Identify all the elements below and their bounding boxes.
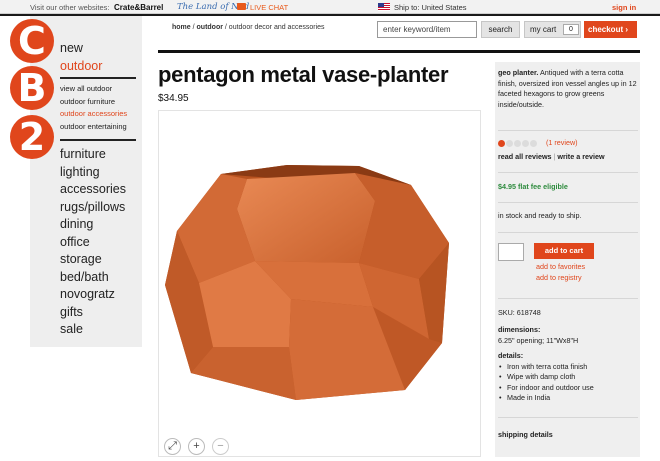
dimensions-block: dimensions: 6.25" opening; 11"Wx8"H bbox=[498, 325, 638, 346]
crate-barrel-link[interactable]: Crate&Barrel bbox=[114, 3, 163, 12]
product-image-frame bbox=[158, 110, 481, 457]
live-chat-link[interactable]: LIVE CHAT bbox=[250, 3, 288, 12]
search-input[interactable]: enter keyword/item bbox=[377, 21, 477, 38]
planter-image[interactable] bbox=[159, 111, 480, 456]
my-cart-label: my cart bbox=[530, 25, 557, 34]
nav-item-novogratz[interactable]: novogratz bbox=[60, 286, 126, 304]
nav-divider bbox=[60, 139, 136, 141]
nav-item-accessories[interactable]: accessories bbox=[60, 181, 126, 199]
info-divider bbox=[498, 130, 638, 131]
checkout-button[interactable]: checkout › bbox=[584, 21, 637, 38]
details-label: details: bbox=[498, 351, 524, 360]
rating-star-empty bbox=[522, 140, 529, 147]
shipping-offer: $4.95 flat fee eligible bbox=[498, 182, 568, 191]
info-divider bbox=[498, 298, 638, 299]
rating-star-filled bbox=[498, 140, 505, 147]
nav-item-dining[interactable]: dining bbox=[60, 216, 126, 234]
sign-in-link[interactable]: sign in bbox=[612, 3, 636, 12]
review-count-link[interactable]: (1 review) bbox=[546, 138, 606, 149]
subnav-view-all-outdoor[interactable]: view all outdoor bbox=[60, 83, 127, 96]
nav-item-new[interactable]: new bbox=[60, 40, 102, 58]
write-review-link[interactable]: write a review bbox=[557, 152, 604, 161]
nav-item-gifts[interactable]: gifts bbox=[60, 304, 126, 322]
details-item: Made in India bbox=[498, 393, 638, 404]
nav-item-bed-bath[interactable]: bed/bath bbox=[60, 269, 126, 287]
add-to-cart-button[interactable]: add to cart bbox=[534, 243, 594, 259]
chat-bubble-icon bbox=[237, 3, 246, 10]
nav-divider bbox=[60, 77, 136, 79]
dimensions-value: 6.25" opening; 11"Wx8"H bbox=[498, 335, 579, 345]
rating-star-empty bbox=[530, 140, 537, 147]
rating-star-empty bbox=[514, 140, 521, 147]
info-divider bbox=[498, 202, 638, 203]
details-item: Iron with terra cotta finish bbox=[498, 362, 638, 373]
product-short-name: geo planter. bbox=[498, 68, 539, 77]
logo-c[interactable]: C bbox=[10, 19, 54, 63]
outdoor-subnav: view all outdoor outdoor furniture outdo… bbox=[60, 83, 127, 133]
info-divider bbox=[498, 417, 638, 418]
logo-b[interactable]: B bbox=[10, 66, 54, 110]
info-divider bbox=[498, 172, 638, 173]
nav-item-office[interactable]: office bbox=[60, 234, 126, 252]
rating-star-empty bbox=[506, 140, 513, 147]
shipping-details-link[interactable]: shipping details bbox=[498, 430, 638, 441]
nav-item-sale[interactable]: sale bbox=[60, 321, 126, 339]
subnav-outdoor-accessories[interactable]: outdoor accessories bbox=[60, 108, 127, 121]
category-nav: furniture lighting accessories rugs/pill… bbox=[60, 146, 126, 339]
other-sites-label: Visit our other websites: bbox=[30, 3, 110, 12]
add-to-registry-link[interactable]: add to registry bbox=[536, 273, 626, 284]
nav-item-rugs-pillows[interactable]: rugs/pillows bbox=[60, 199, 126, 217]
add-to-favorites-link[interactable]: add to favorites bbox=[536, 262, 626, 273]
us-flag-icon bbox=[378, 3, 390, 11]
product-title: pentagon metal vase-planter bbox=[158, 62, 449, 87]
product-description: geo planter. Antiqued with a terra cotta… bbox=[498, 68, 638, 110]
product-price: $34.95 bbox=[158, 93, 189, 104]
breadcrumb-current: outdoor decor and accessories bbox=[228, 24, 325, 31]
nav-item-lighting[interactable]: lighting bbox=[60, 164, 126, 182]
dimensions-label: dimensions: bbox=[498, 325, 541, 334]
subnav-outdoor-furniture[interactable]: outdoor furniture bbox=[60, 96, 127, 109]
zoom-out-icon[interactable]: − bbox=[212, 438, 229, 455]
nav-top: new outdoor bbox=[60, 40, 102, 75]
zoom-in-icon[interactable]: + bbox=[188, 438, 205, 455]
nav-item-furniture[interactable]: furniture bbox=[60, 146, 126, 164]
details-item: For indoor and outdoor use bbox=[498, 383, 638, 394]
review-links: read all reviews | write a review bbox=[498, 152, 605, 161]
product-sku: SKU: 618748 bbox=[498, 308, 541, 317]
quantity-input[interactable] bbox=[498, 243, 524, 261]
stock-status: in stock and ready to ship. bbox=[498, 211, 582, 220]
details-block: details: Iron with terra cotta finish Wi… bbox=[498, 351, 638, 404]
details-item: Wipe with damp cloth bbox=[498, 372, 638, 383]
details-list: Iron with terra cotta finish Wipe with d… bbox=[498, 362, 638, 404]
nav-item-outdoor[interactable]: outdoor bbox=[60, 58, 102, 76]
breadcrumb-home[interactable]: home bbox=[172, 24, 191, 31]
ship-to-selector[interactable]: Ship to: United States bbox=[394, 3, 467, 12]
subnav-outdoor-entertaining[interactable]: outdoor entertaining bbox=[60, 121, 127, 134]
header-divider bbox=[158, 50, 640, 53]
search-button[interactable]: search bbox=[481, 21, 520, 38]
breadcrumb: home / outdoor / outdoor decor and acces… bbox=[172, 24, 325, 31]
nav-item-storage[interactable]: storage bbox=[60, 251, 126, 269]
read-reviews-link[interactable]: read all reviews bbox=[498, 152, 552, 161]
top-utility-bar: Visit our other websites: Crate&Barrel T… bbox=[0, 0, 660, 14]
cart-count-badge: 0 bbox=[563, 24, 579, 35]
info-divider bbox=[498, 232, 638, 233]
expand-icon[interactable]: ⤢ bbox=[164, 438, 181, 455]
breadcrumb-outdoor[interactable]: outdoor bbox=[197, 24, 223, 31]
logo-2[interactable]: 2 bbox=[10, 115, 54, 159]
